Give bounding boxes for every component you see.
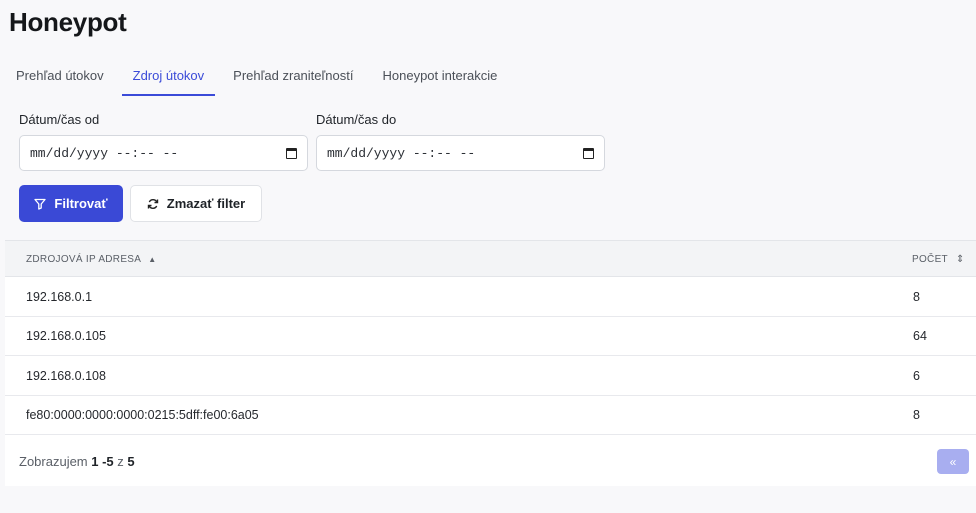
count-cell: 6 — [913, 368, 920, 383]
calendar-icon[interactable] — [286, 147, 297, 159]
table-header: ZDROJOVÁ IP ADRESA ▲ POČET ⇕ — [5, 240, 976, 277]
count-cell: 64 — [913, 329, 927, 343]
sort-both-icon: ⇕ — [955, 253, 965, 265]
column-header-ip[interactable]: ZDROJOVÁ IP ADRESA ▲ — [26, 241, 156, 277]
table-row: 192.168.0.108 6 — [5, 356, 976, 396]
column-header-ip-label: ZDROJOVÁ IP ADRESA — [26, 253, 142, 265]
filter-button[interactable]: Filtrovať — [19, 185, 123, 222]
ip-cell: fe80:0000:0000:0000:0215:5dff:fe00:6a05 — [26, 408, 259, 422]
date-from-label: Dátum/čas od — [19, 112, 100, 127]
ip-cell: 192.168.0.105 — [26, 329, 106, 343]
column-header-count-label: POČET — [912, 253, 948, 265]
tab-vulnerability-overview[interactable]: Prehľad zraniteľností — [222, 56, 364, 96]
count-cell: 8 — [913, 408, 920, 422]
page-title: Honeypot — [9, 7, 127, 37]
table-row: 192.168.0.105 64 — [5, 317, 976, 356]
tab-attack-source[interactable]: Zdroj útokov — [121, 56, 216, 96]
ip-cell: 192.168.0.108 — [26, 368, 106, 383]
pagination-bar: Zobrazujem 1 -5 z 5 « — [5, 435, 976, 487]
clear-filter-button-label: Zmazať filter — [166, 196, 246, 211]
date-from-input[interactable]: mm/dd/yyyy --:-- -- — [19, 135, 308, 171]
table-row: fe80:0000:0000:0000:0215:5dff:fe00:6a05 … — [5, 396, 976, 435]
ip-cell: 192.168.0.1 — [26, 289, 93, 304]
tab-attack-overview[interactable]: Prehľad útokov — [5, 56, 115, 96]
sort-asc-icon: ▲ — [148, 254, 157, 264]
previous-page-button[interactable]: « — [937, 449, 969, 474]
pagination-range: 1 -5 — [91, 454, 114, 469]
clear-filter-button[interactable]: Zmazať filter — [130, 185, 262, 222]
count-cell: 8 — [913, 289, 920, 304]
calendar-icon[interactable] — [583, 147, 594, 159]
tab-bar: Prehľad útokov Zdroj útokov Prehľad zran… — [5, 56, 515, 96]
refresh-icon — [147, 198, 158, 209]
pagination-summary: Zobrazujem 1 -5 z 5 — [19, 454, 135, 469]
pagination-sep: z — [117, 454, 124, 469]
pagination-prefix: Zobrazujem — [19, 454, 88, 469]
table-row: 192.168.0.1 8 — [5, 277, 976, 317]
date-to-label: Dátum/čas do — [316, 112, 397, 127]
source-table-panel: ZDROJOVÁ IP ADRESA ▲ POČET ⇕ 192.168.0.1… — [5, 240, 976, 486]
date-from-value: mm/dd/yyyy --:-- -- — [30, 145, 179, 161]
filter-button-label: Filtrovať — [54, 196, 108, 211]
filter-icon — [34, 198, 47, 210]
pagination-total: 5 — [127, 454, 135, 469]
date-to-input[interactable]: mm/dd/yyyy --:-- -- — [316, 135, 605, 171]
tab-honeypot-interactions[interactable]: Honeypot interakcie — [372, 56, 509, 96]
column-header-count[interactable]: POČET ⇕ — [912, 241, 965, 277]
date-to-value: mm/dd/yyyy --:-- -- — [327, 145, 476, 161]
